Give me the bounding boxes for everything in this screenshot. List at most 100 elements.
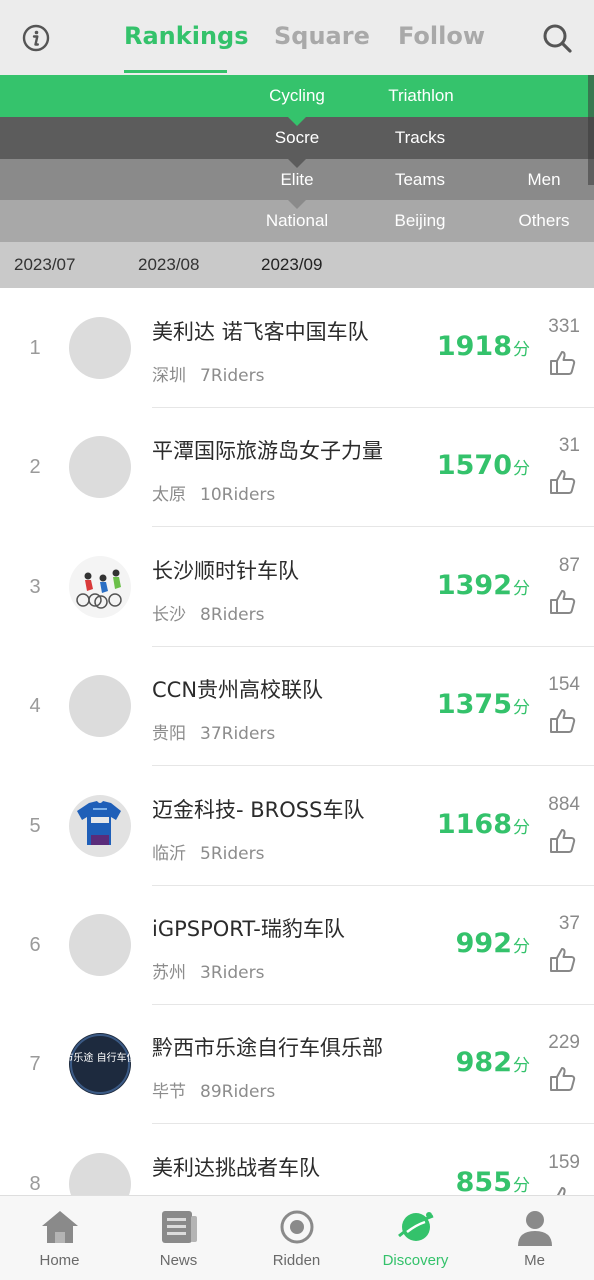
nav-label: News bbox=[159, 1252, 198, 1269]
nav-news[interactable]: News bbox=[119, 1196, 238, 1280]
like-count: 154 bbox=[548, 674, 580, 695]
filter-option-tracks[interactable]: Tracks bbox=[395, 117, 445, 159]
month-option[interactable]: 2023/08 bbox=[138, 242, 199, 288]
rank-number: 3 bbox=[29, 576, 41, 598]
filter-row-region: National Beijing Others bbox=[0, 200, 594, 242]
filter-option-cycling[interactable]: Cycling bbox=[269, 75, 325, 117]
team-avatar[interactable] bbox=[69, 675, 131, 737]
thumbs-up-icon[interactable] bbox=[548, 826, 578, 856]
ranking-item[interactable]: 7 黔西市乐途 自行车俱乐部 黔西市乐途自行车俱乐部 毕节 89Riders 98… bbox=[0, 1004, 594, 1124]
team-avatar[interactable] bbox=[69, 317, 131, 379]
ranking-item[interactable]: 4 CCN贵州高校联队 贵阳 37Riders 1375分 154 bbox=[0, 646, 594, 766]
info-icon[interactable] bbox=[22, 24, 50, 52]
team-avatar[interactable] bbox=[69, 436, 131, 498]
like-count: 159 bbox=[548, 1152, 580, 1173]
team-avatar[interactable] bbox=[69, 795, 131, 857]
ranking-item[interactable]: 1 美利达 诺飞客中国车队 深圳 7Riders 1918分 331 bbox=[0, 288, 594, 408]
scroll-indicator bbox=[588, 75, 594, 185]
score-unit: 分 bbox=[513, 937, 530, 957]
filter-option-socre[interactable]: Socre bbox=[275, 117, 319, 159]
thumbs-up-icon[interactable] bbox=[548, 706, 578, 736]
score-value: 982 bbox=[455, 1047, 512, 1078]
team-avatar[interactable]: 黔西市乐途 自行车俱乐部 bbox=[69, 1033, 131, 1095]
ranking-item[interactable]: 2 平潭国际旅游岛女子力量 太原 10Riders 1570分 31 bbox=[0, 407, 594, 527]
team-meta: 苏州 3Riders bbox=[152, 958, 264, 983]
like-count: 87 bbox=[558, 555, 580, 576]
nav-label: Me bbox=[524, 1252, 545, 1269]
filter-option-elite[interactable]: Elite bbox=[280, 159, 313, 201]
team-avatar[interactable] bbox=[69, 556, 131, 618]
filter-row-sport: Cycling Triathlon bbox=[0, 75, 594, 117]
app: Rankings Square Follow Cycling Triathlon… bbox=[0, 0, 594, 1280]
score-unit: 分 bbox=[513, 698, 530, 718]
jersey-logo bbox=[77, 801, 121, 845]
team-score: 1168分 bbox=[437, 809, 530, 840]
filter-option-beijing[interactable]: Beijing bbox=[394, 200, 445, 242]
rank-number: 7 bbox=[29, 1053, 41, 1075]
tab-square[interactable]: Square bbox=[274, 22, 370, 50]
rider-count: 7Riders bbox=[200, 366, 265, 386]
filter-option-others[interactable]: Others bbox=[518, 200, 569, 242]
team-city: 毕节 bbox=[152, 1082, 186, 1102]
ranking-item[interactable]: 6 iGPSPORT-瑞豹车队 苏州 3Riders 992分 37 bbox=[0, 885, 594, 1005]
filter-option-teams[interactable]: Teams bbox=[395, 159, 445, 201]
team-city: 苏州 bbox=[152, 963, 186, 983]
score-value: 1392 bbox=[436, 570, 512, 601]
team-score: 1392分 bbox=[437, 570, 530, 601]
thumbs-up-icon[interactable] bbox=[548, 945, 578, 975]
rank-number: 2 bbox=[29, 456, 41, 478]
score-unit: 分 bbox=[513, 579, 530, 599]
team-city: 深圳 bbox=[152, 366, 186, 386]
score-unit: 分 bbox=[513, 1176, 530, 1195]
rider-count: 8Riders bbox=[200, 605, 265, 625]
nav-me[interactable]: Me bbox=[475, 1196, 594, 1280]
score-value: 992 bbox=[455, 928, 512, 959]
team-score: 855分 bbox=[456, 1167, 530, 1195]
thumbs-up-icon[interactable] bbox=[548, 348, 578, 378]
team-avatar[interactable] bbox=[69, 1153, 131, 1195]
team-score: 1918分 bbox=[437, 331, 530, 362]
team-score: 982分 bbox=[456, 1047, 530, 1078]
team-avatar[interactable] bbox=[69, 914, 131, 976]
team-meta: 深圳 7Riders bbox=[152, 361, 264, 386]
thumbs-up-icon[interactable] bbox=[548, 467, 578, 497]
search-icon[interactable] bbox=[541, 22, 573, 54]
month-option[interactable]: 2023/07 bbox=[14, 242, 75, 288]
team-score: 992分 bbox=[456, 928, 530, 959]
nav-discovery[interactable]: Discovery bbox=[356, 1196, 475, 1280]
thumbs-up-icon[interactable] bbox=[548, 587, 578, 617]
rankings-list[interactable]: 1 美利达 诺飞客中国车队 深圳 7Riders 1918分 331 2 平潭国际… bbox=[0, 288, 594, 1195]
score-value: 1570 bbox=[436, 450, 512, 481]
score-value: 1375 bbox=[436, 689, 512, 720]
filter-option-men[interactable]: Men bbox=[527, 159, 560, 201]
rider-count: 5Riders bbox=[200, 844, 265, 864]
rider-count: 3Riders bbox=[200, 963, 265, 983]
rider-count: 89Riders bbox=[200, 1082, 276, 1102]
filter-option-national[interactable]: National bbox=[266, 200, 328, 242]
score-value: 1918 bbox=[436, 331, 512, 362]
ranking-item[interactable]: 8 美利达挑战者车队 855分 159 bbox=[0, 1124, 594, 1195]
ranking-item[interactable]: 5 迈金科技- BROSS车队 临沂 5Riders 1168分 884 bbox=[0, 766, 594, 886]
team-city: 太原 bbox=[152, 485, 186, 505]
team-city: 临沂 bbox=[152, 844, 186, 864]
score-unit: 分 bbox=[513, 340, 530, 360]
thumbs-up-icon[interactable] bbox=[548, 1184, 578, 1195]
nav-ridden[interactable]: Ridden bbox=[237, 1196, 356, 1280]
bottom-nav: Home News Ridden Discovery Me bbox=[0, 1195, 594, 1280]
team-name: 美利达 诺飞客中国车队 bbox=[152, 320, 369, 344]
month-option-selected[interactable]: 2023/09 bbox=[261, 242, 322, 288]
ranking-item[interactable]: 3 长沙顺时针车队 长沙 8Riders 1392分 87 bbox=[0, 527, 594, 647]
nav-home[interactable]: Home bbox=[0, 1196, 119, 1280]
tab-rankings[interactable]: Rankings bbox=[124, 22, 249, 50]
rider-count: 10Riders bbox=[200, 485, 276, 505]
ridden-icon bbox=[280, 1210, 313, 1244]
team-score: 1375分 bbox=[437, 689, 530, 720]
team-score: 1570分 bbox=[437, 450, 530, 481]
tab-follow[interactable]: Follow bbox=[398, 22, 485, 50]
rank-number: 6 bbox=[29, 934, 41, 956]
like-count: 31 bbox=[558, 435, 580, 456]
score-unit: 分 bbox=[513, 1056, 530, 1076]
like-count: 229 bbox=[548, 1032, 580, 1053]
filter-option-triathlon[interactable]: Triathlon bbox=[388, 75, 454, 117]
thumbs-up-icon[interactable] bbox=[548, 1064, 578, 1094]
